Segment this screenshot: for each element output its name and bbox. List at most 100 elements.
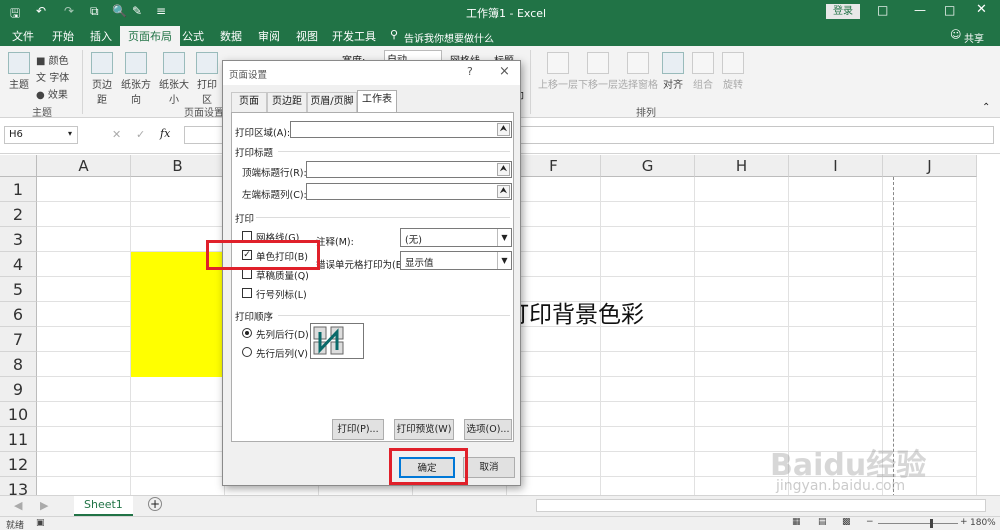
cell[interactable]	[695, 377, 789, 402]
tab-page-layout[interactable]: 页面布局	[120, 26, 180, 46]
next-sheet-icon[interactable]: ▶	[40, 499, 48, 512]
column-header-g[interactable]: G	[601, 155, 695, 177]
cell[interactable]	[37, 377, 131, 402]
over-then-down-radio[interactable]	[242, 347, 252, 357]
cell[interactable]	[883, 302, 977, 327]
cell[interactable]	[507, 202, 601, 227]
cell[interactable]	[37, 202, 131, 227]
name-box-dropdown-icon[interactable]: ▾	[68, 129, 72, 138]
print-area-input[interactable]: ⮝	[290, 121, 512, 138]
tab-sheet[interactable]: 工作表	[357, 90, 397, 113]
cell[interactable]	[789, 177, 883, 202]
cell[interactable]	[507, 402, 601, 427]
cell[interactable]	[883, 252, 977, 277]
cell[interactable]	[695, 202, 789, 227]
tab-file[interactable]: 文件	[12, 28, 34, 44]
confirm-entry-icon[interactable]: ✓	[136, 128, 145, 141]
cell[interactable]	[37, 477, 131, 495]
collapse-dialog-icon[interactable]: ⮝	[497, 185, 510, 198]
close-icon[interactable]: ✕	[976, 2, 987, 17]
collapse-dialog-icon[interactable]: ⮝	[497, 163, 510, 176]
cell[interactable]	[789, 302, 883, 327]
cell[interactable]	[695, 352, 789, 377]
cell[interactable]	[507, 252, 601, 277]
cell[interactable]	[131, 452, 225, 477]
cell[interactable]	[883, 352, 977, 377]
cell[interactable]	[601, 202, 695, 227]
selection-pane-button[interactable]: 选择窗格	[618, 52, 658, 91]
cell[interactable]	[37, 352, 131, 377]
login-button[interactable]: 登录	[826, 4, 860, 19]
collapse-dialog-icon[interactable]: ⮝	[497, 123, 510, 136]
zoom-level[interactable]: 180%	[970, 518, 996, 528]
cell[interactable]	[601, 427, 695, 452]
tab-developer[interactable]: 开发工具	[332, 28, 376, 44]
cell[interactable]	[131, 402, 225, 427]
cell[interactable]	[789, 202, 883, 227]
help-button[interactable]: ?	[467, 65, 473, 78]
cell[interactable]	[37, 302, 131, 327]
row-col-headings-checkbox[interactable]	[242, 288, 252, 298]
cell[interactable]	[789, 252, 883, 277]
theme-colors-button[interactable]: ■ 颜色	[36, 52, 69, 67]
row-header-10[interactable]: 10	[0, 402, 37, 427]
customize-toolbar-icon[interactable]: ≡	[156, 4, 166, 18]
zoom-slider-thumb[interactable]	[930, 519, 933, 528]
prev-sheet-icon[interactable]: ◀	[14, 499, 22, 512]
cell[interactable]	[131, 202, 225, 227]
copy-icon[interactable]: ⧉	[90, 4, 99, 19]
cell[interactable]	[37, 427, 131, 452]
margins-button[interactable]: 页边距	[88, 52, 116, 106]
sheet-tab-sheet1[interactable]: Sheet1	[74, 496, 133, 516]
cell[interactable]	[695, 277, 789, 302]
cell[interactable]	[789, 402, 883, 427]
cell[interactable]	[507, 177, 601, 202]
tab-review[interactable]: 审阅	[258, 28, 280, 44]
cell[interactable]	[131, 377, 225, 402]
cell[interactable]	[37, 402, 131, 427]
cell[interactable]	[507, 452, 601, 477]
row-header-11[interactable]: 11	[0, 427, 37, 452]
cell[interactable]	[789, 327, 883, 352]
column-header-i[interactable]: I	[789, 155, 883, 177]
row-header-4[interactable]: 4	[0, 252, 37, 277]
ribbon-display-icon[interactable]: □	[877, 3, 888, 17]
row-header-12[interactable]: 12	[0, 452, 37, 477]
select-all-corner[interactable]	[0, 155, 37, 177]
column-header-f[interactable]: F	[507, 155, 601, 177]
tab-page[interactable]: 页面	[231, 92, 267, 112]
rotate-button[interactable]: 旋转	[720, 52, 746, 91]
draft-quality-checkbox[interactable]	[242, 269, 252, 279]
tab-formulas[interactable]: 公式	[182, 28, 204, 44]
yellow-filled-range[interactable]	[131, 252, 225, 377]
align-button[interactable]: 对齐	[660, 52, 686, 91]
add-sheet-button[interactable]: +	[148, 497, 162, 511]
cell[interactable]	[601, 177, 695, 202]
print-preview-icon[interactable]: 🔍	[112, 4, 127, 18]
row-header-1[interactable]: 1	[0, 177, 37, 202]
column-header-a[interactable]: A	[37, 155, 131, 177]
column-header-b[interactable]: B	[131, 155, 225, 177]
rows-to-repeat-input[interactable]: ⮝	[306, 161, 512, 178]
column-header-j[interactable]: J	[883, 155, 977, 177]
cell[interactable]	[601, 377, 695, 402]
send-backward-button[interactable]: 下移一层	[578, 52, 618, 91]
cell[interactable]	[131, 427, 225, 452]
cell[interactable]	[789, 277, 883, 302]
collapse-ribbon-icon[interactable]: ⌃	[982, 102, 990, 113]
row-header-6[interactable]: 6	[0, 302, 37, 327]
column-header-h[interactable]: H	[695, 155, 789, 177]
zoom-slider[interactable]	[878, 523, 958, 524]
theme-fonts-button[interactable]: 文 字体	[36, 69, 69, 84]
name-box[interactable]: H6	[4, 126, 78, 144]
cell[interactable]	[507, 327, 601, 352]
cell[interactable]	[507, 427, 601, 452]
cell[interactable]	[695, 177, 789, 202]
row-header-3[interactable]: 3	[0, 227, 37, 252]
cell[interactable]	[601, 227, 695, 252]
group-button[interactable]: 组合	[690, 52, 716, 91]
cell[interactable]	[37, 452, 131, 477]
row-header-8[interactable]: 8	[0, 352, 37, 377]
tab-insert[interactable]: 插入	[90, 28, 112, 44]
cell[interactable]	[601, 477, 695, 495]
